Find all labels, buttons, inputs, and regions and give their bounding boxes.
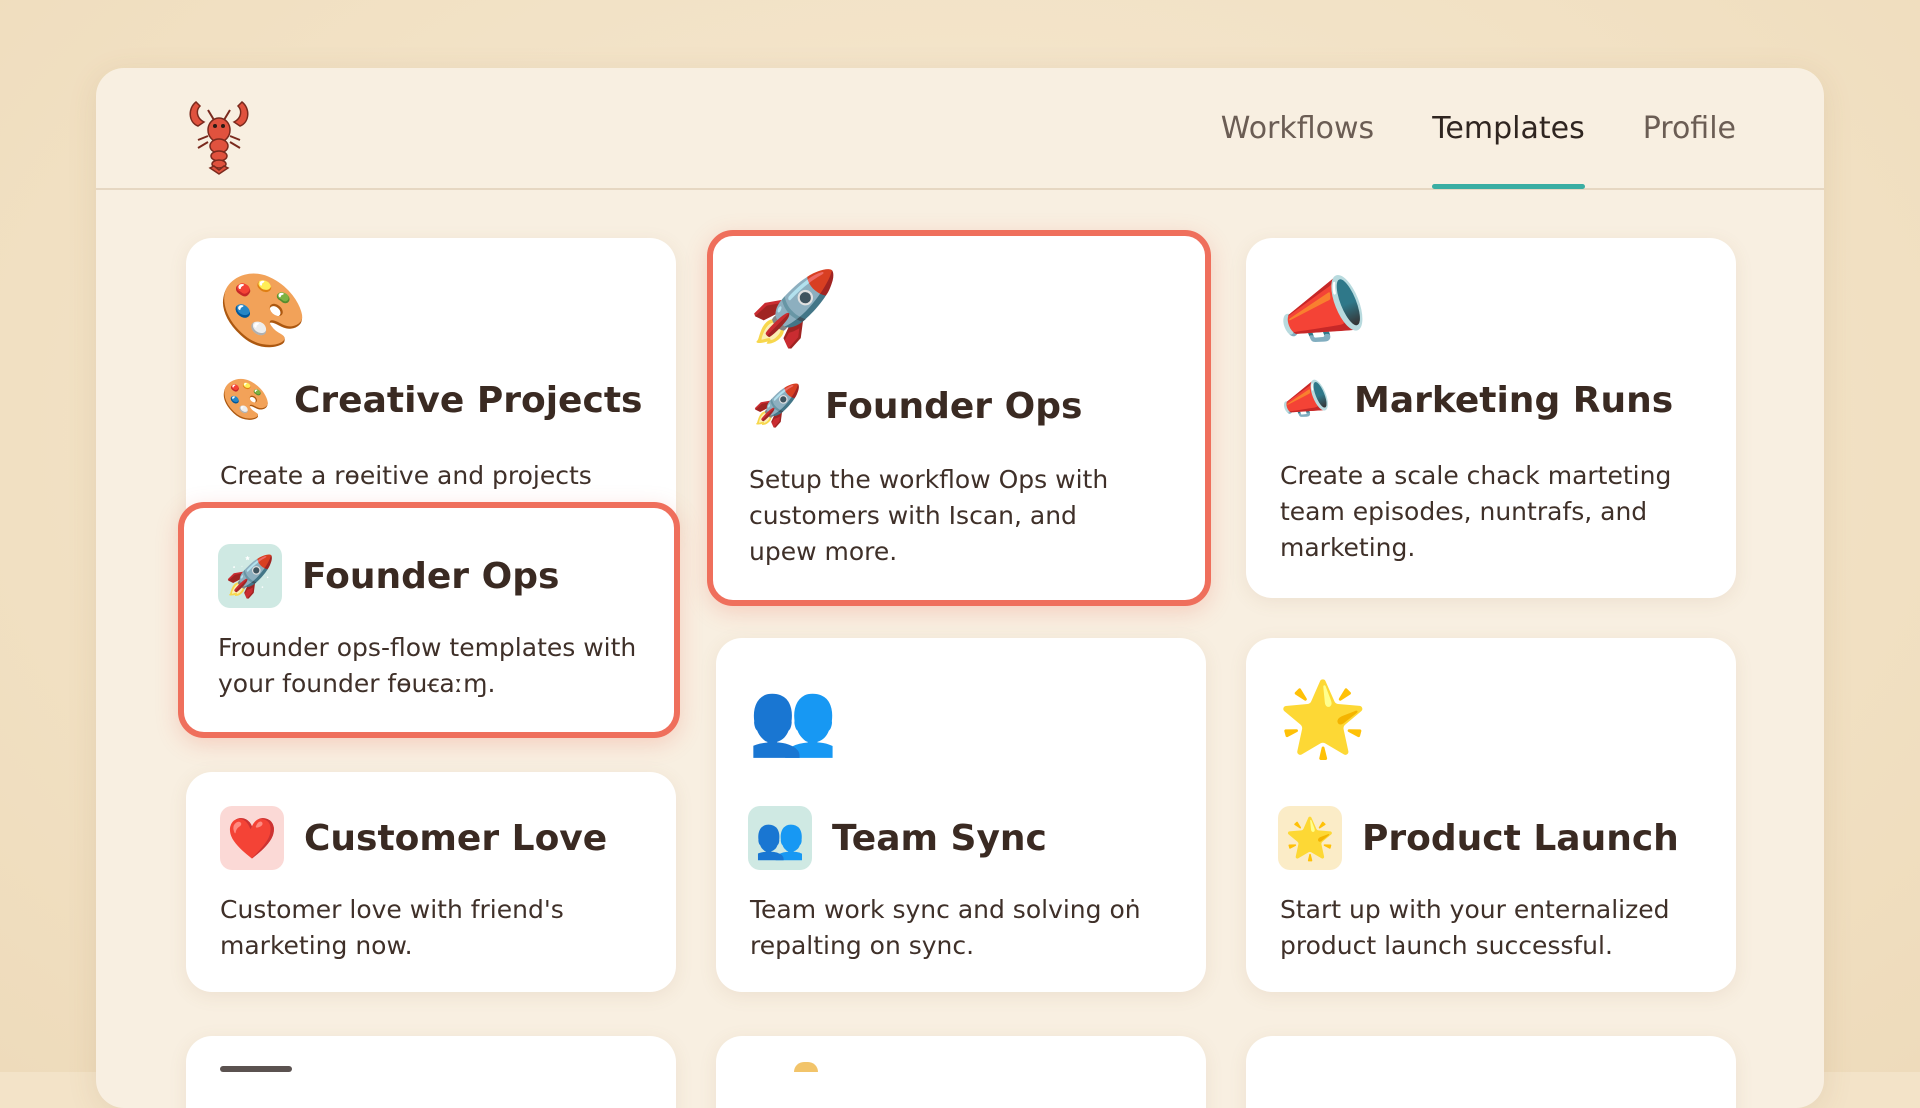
card-title: Creative Projects xyxy=(294,379,643,421)
card-description: Frounder ops-flow templates with your fo… xyxy=(218,633,637,698)
star-icon: 🌟 xyxy=(1278,806,1342,870)
lobster-logo-icon[interactable] xyxy=(184,96,254,176)
top-header: Workflows Templates Profile xyxy=(96,68,1824,190)
megaphone-icon: 📣 xyxy=(1278,268,1368,352)
template-card-partial[interactable] xyxy=(716,1036,1206,1108)
megaphone-icon: 📣 xyxy=(1281,377,1331,423)
card-title: Founder Ops xyxy=(302,555,560,597)
template-card-customer-love[interactable]: ❤️ Customer Love Customer love with frie… xyxy=(186,772,676,992)
card-title: Founder Ops xyxy=(825,385,1083,427)
card-description: Team work sync and solving oṅ repalting … xyxy=(750,895,1141,960)
template-card-partial[interactable] xyxy=(186,1036,676,1108)
card-title: Marketing Runs xyxy=(1354,379,1674,421)
template-card-product-launch[interactable]: 🌟 🌟 Product Launch Start up with your en… xyxy=(1246,638,1736,992)
people-icon: 👥 xyxy=(748,676,838,760)
tab-profile[interactable]: Profile xyxy=(1643,68,1736,188)
rocket-icon: 🚀 xyxy=(752,383,802,429)
rocket-icon: 🚀 xyxy=(218,544,282,608)
tab-templates[interactable]: Templates xyxy=(1432,68,1585,189)
palette-icon: 🎨 xyxy=(218,268,308,352)
heart-icon: ❤️ xyxy=(220,806,284,870)
card-description: Start up with your enternalized product … xyxy=(1280,895,1670,960)
card-icon-partial xyxy=(220,1066,292,1072)
main-nav: Workflows Templates Profile xyxy=(1221,68,1736,189)
card-description: Setup the workflow Ops with customers wi… xyxy=(749,465,1109,566)
palette-icon: 🎨 xyxy=(221,377,271,423)
card-title: Team Sync xyxy=(832,817,1047,859)
card-description: Create a scale chack marteting team epis… xyxy=(1280,461,1672,562)
rocket-icon: 🚀 xyxy=(749,266,839,350)
template-card-partial[interactable] xyxy=(1246,1036,1736,1108)
card-title: Product Launch xyxy=(1362,817,1679,859)
template-card-founder-ops[interactable]: 🚀 🚀 Founder Ops Setup the workflow Ops w… xyxy=(707,230,1211,606)
card-title: Customer Love xyxy=(304,817,608,859)
people-icon: 👥 xyxy=(748,806,812,870)
tab-workflows[interactable]: Workflows xyxy=(1221,68,1374,188)
template-card-team-sync[interactable]: 👥 👥 Team Sync Team work sync and solving… xyxy=(716,638,1206,992)
star-icon: 🌟 xyxy=(1278,676,1368,760)
card-description: Create a rөeitive and projects xyxy=(220,461,592,490)
card-description: Customer love with friend's marketing no… xyxy=(220,895,564,960)
template-card-founder-ops-small[interactable]: 🚀 Founder Ops Frounder ops-flow template… xyxy=(178,502,680,738)
app-window: Workflows Templates Profile 🎨 🎨 Creative… xyxy=(96,68,1824,1108)
card-icon-partial xyxy=(794,1062,818,1072)
template-card-marketing-runs[interactable]: 📣 📣 Marketing Runs Create a scale chack … xyxy=(1246,238,1736,598)
